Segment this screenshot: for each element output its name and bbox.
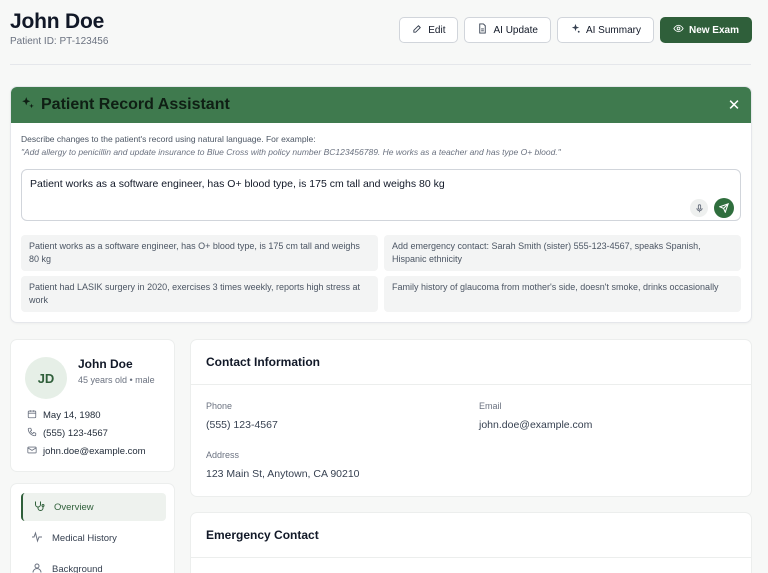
suggestions: Patient works as a software engineer, ha… — [21, 235, 741, 312]
address-value: 123 Main St, Anytown, CA 90210 — [206, 468, 360, 480]
card-divider — [191, 557, 751, 558]
eye-icon — [673, 23, 684, 37]
assistant-description: Describe changes to the patient's record… — [21, 133, 741, 159]
assistant-title: Patient Record Assistant — [41, 96, 230, 113]
nav-item-label: Medical History — [52, 532, 117, 544]
sparkle-icon — [570, 23, 581, 37]
sparkle-icon — [21, 96, 35, 115]
assistant-input-value: Patient works as a software engineer, ha… — [30, 178, 445, 190]
suggestion-item[interactable]: Add emergency contact: Sarah Smith (sist… — [384, 235, 741, 271]
header-actions: Edit AI Update AI Summary New Exam — [399, 17, 752, 43]
profile-dob-row: May 14, 1980 — [27, 409, 101, 422]
ai-update-button-label: AI Update — [493, 24, 538, 36]
microphone-icon[interactable] — [690, 199, 708, 217]
suggestion-item[interactable]: Patient works as a software engineer, ha… — [21, 235, 378, 271]
edit-button[interactable]: Edit — [399, 17, 459, 43]
patient-header: John Doe Patient ID: PT-123456 Edit AI U… — [10, 10, 758, 54]
contact-information-card: Contact Information Phone (555) 123-4567… — [190, 339, 752, 497]
nav-item-label: Background — [52, 563, 103, 573]
send-icon[interactable] — [714, 198, 734, 218]
phone-label: Phone — [206, 401, 233, 411]
profile-email: john.doe@example.com — [43, 446, 146, 457]
nav-item-background[interactable]: Background — [21, 555, 166, 573]
email-value: john.doe@example.com — [479, 419, 593, 431]
activity-icon — [31, 530, 43, 546]
profile-phone: (555) 123-4567 — [43, 428, 108, 439]
ai-summary-button[interactable]: AI Summary — [556, 17, 654, 43]
ai-update-button[interactable]: AI Update — [464, 17, 551, 43]
nav-item-overview[interactable]: Overview — [21, 493, 166, 521]
calendar-icon — [27, 409, 37, 422]
edit-button-label: Edit — [428, 24, 446, 36]
nav-item-medical-history[interactable]: Medical History — [21, 524, 166, 552]
edit-icon — [412, 23, 423, 37]
avatar: JD — [25, 357, 67, 399]
ai-summary-button-label: AI Summary — [585, 24, 641, 36]
document-icon — [477, 23, 488, 37]
close-icon[interactable]: ✕ — [725, 96, 743, 114]
suggestion-item[interactable]: Patient had LASIK surgery in 2020, exerc… — [21, 276, 378, 312]
new-exam-button[interactable]: New Exam — [659, 17, 752, 43]
assistant-description-text: Describe changes to the patient's record… — [21, 134, 316, 144]
card-divider — [191, 384, 751, 385]
profile-name: John Doe — [78, 357, 133, 371]
email-label: Email — [479, 401, 502, 411]
profile-age-gender: 45 years old • male — [78, 375, 155, 385]
profile-card: JD John Doe 45 years old • male May 14, … — [10, 339, 175, 472]
new-exam-button-label: New Exam — [688, 24, 739, 36]
header-divider — [10, 64, 751, 65]
nav-item-label: Overview — [54, 501, 94, 513]
patient-record-assistant: Patient Record Assistant ✕ Describe chan… — [10, 86, 752, 323]
assistant-header: Patient Record Assistant ✕ — [11, 87, 751, 123]
assistant-example: "Add allergy to penicillin and update in… — [21, 147, 561, 157]
user-icon — [31, 562, 43, 573]
phone-value: (555) 123-4567 — [206, 419, 278, 431]
assistant-input[interactable]: Patient works as a software engineer, ha… — [21, 169, 741, 221]
emergency-card-title: Emergency Contact — [206, 528, 319, 542]
profile-phone-row: (555) 123-4567 — [27, 427, 108, 440]
section-nav: Overview Medical History Background — [10, 483, 175, 573]
mail-icon — [27, 445, 37, 458]
profile-dob: May 14, 1980 — [43, 410, 101, 421]
stethoscope-icon — [33, 500, 45, 515]
phone-icon — [27, 427, 37, 440]
address-label: Address — [206, 450, 240, 460]
suggestion-item[interactable]: Family history of glaucoma from mother's… — [384, 276, 741, 312]
profile-email-row: john.doe@example.com — [27, 445, 146, 458]
emergency-contact-card: Emergency Contact — [190, 512, 752, 573]
contact-card-title: Contact Information — [206, 355, 320, 369]
